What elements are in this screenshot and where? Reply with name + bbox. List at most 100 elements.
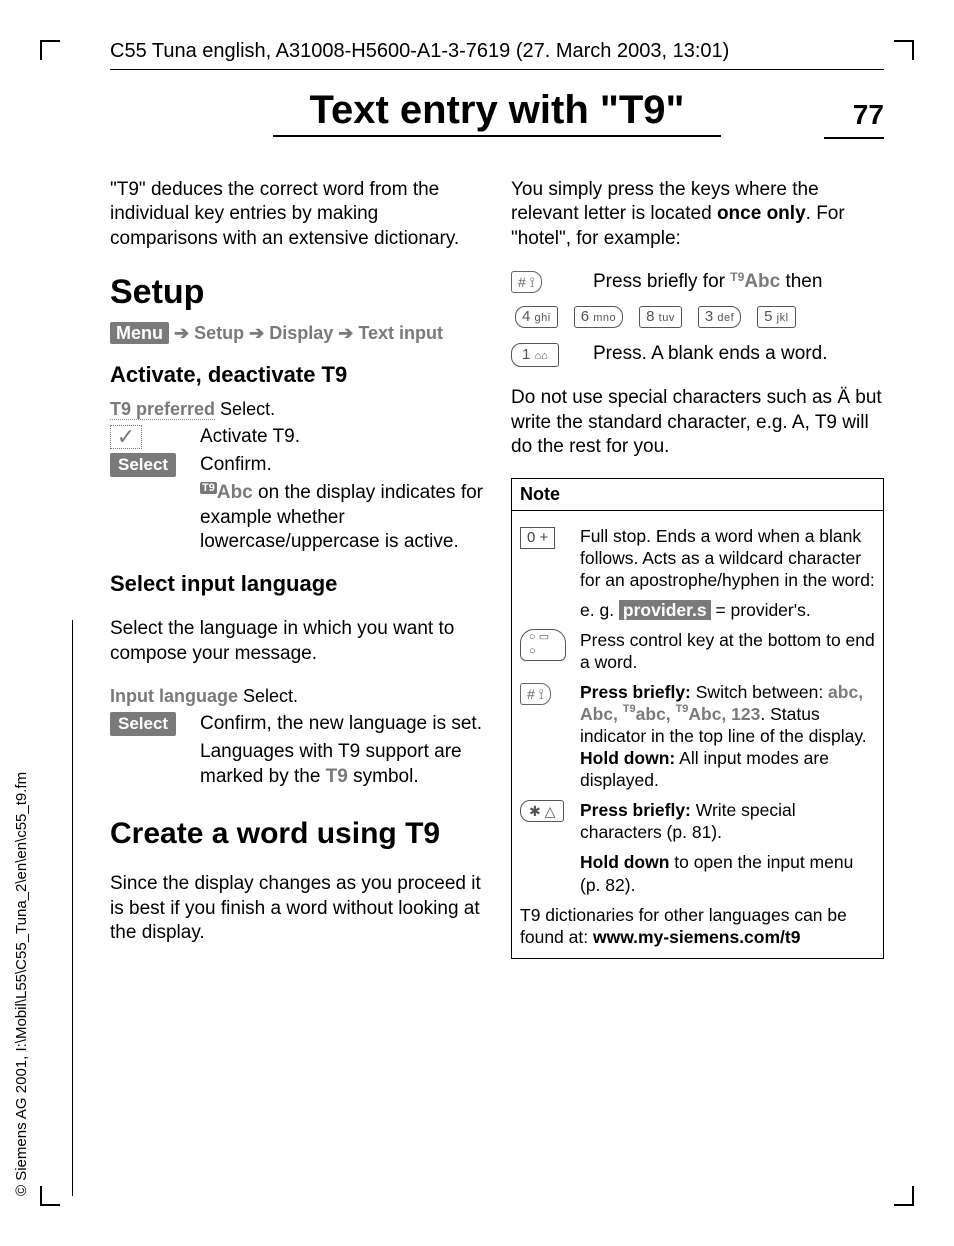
press-brief-then: then (780, 271, 822, 292)
select-chip: Select (110, 453, 176, 477)
t9-symbol: T9 (326, 766, 348, 787)
side-copyright: © Siemens AG 2001, I:\Mobil\L55\C55_Tuna… (13, 772, 30, 1196)
bottom-key-icon: ○ ▭ ○ (520, 629, 566, 661)
confirm-language-row: Select Confirm, the new language is set. (110, 712, 483, 736)
key-letters: ghi (535, 312, 551, 324)
check-icon: ✓ (110, 425, 142, 449)
columns: "T9" deduces the correct word from the i… (110, 159, 884, 964)
note-box: Note 0 + Full stop. Ends a word when a b… (511, 478, 884, 958)
one-key-icon: 1 ⌂⌂ (511, 343, 559, 367)
key-sequence: 4 ghi 6 mno 8 tuv 3 def 5 jkl (511, 306, 884, 328)
t9-preferred-after: Select. (215, 399, 275, 419)
key-letters: jkl (777, 312, 789, 324)
key-5: 5 jkl (757, 306, 795, 328)
title-underline (273, 135, 722, 137)
right-column: You simply press the keys where the rele… (511, 159, 884, 964)
provider-chip: provider.s (619, 600, 711, 620)
note-row-bottom-key: ○ ▭ ○ Press control key at the bottom to… (520, 629, 875, 673)
key-letters: def (717, 312, 734, 324)
select-language-text: Select the language in which you want to… (110, 617, 483, 666)
key-number: 5 (764, 308, 772, 325)
star-hold-label: Hold down (580, 852, 669, 872)
zero-key-text: Full stop. Ends a word when a blank foll… (580, 525, 875, 591)
arrow-icon: ➔ (174, 323, 194, 343)
star-brief-label: Press briefly: (580, 800, 691, 820)
activate-heading: Activate, deactivate T9 (110, 361, 483, 389)
menu-chip: Menu (110, 322, 169, 344)
press-blank-text: Press. A blank ends a word. (593, 342, 884, 366)
menu-step: Setup (194, 323, 244, 343)
hash-key-icon: # ⟟ (520, 683, 551, 705)
note-row-example: e. g. provider.s = provider's. (520, 599, 875, 621)
activate-row: ✓ Activate T9. (110, 425, 483, 449)
zero-key-icon: 0 + (520, 527, 555, 549)
hash-switch-text: Switch between: (691, 682, 828, 702)
note-row-zero: 0 + Full stop. Ends a word when a blank … (520, 525, 875, 591)
one-key-label: 1 (522, 346, 530, 363)
side-rule (72, 620, 73, 1196)
t9-badge-icon: T9 (200, 482, 217, 494)
key-number: 3 (705, 308, 713, 325)
abc-display-row: T9Abc on the display indicates for examp… (110, 481, 483, 554)
menu-step: Display (269, 323, 333, 343)
press-brief-row: # ⟟ Press briefly for T9Abc then (511, 270, 884, 294)
key-6: 6 mno (574, 306, 623, 328)
note-row-star-hold: Hold down to open the input menu (p. 82)… (520, 851, 875, 895)
key-number: 6 (581, 308, 589, 325)
page-title: Text entry with "T9" (309, 88, 684, 132)
intro-text: "T9" deduces the correct word from the i… (110, 178, 483, 251)
space-key-row: 1 ⌂⌂ Press. A blank ends a word. (511, 342, 884, 367)
hash-key-icon: # ⟟ (511, 271, 542, 293)
t9-support-text2: symbol. (348, 766, 419, 787)
once-only: once only (717, 203, 806, 224)
note-body: 0 + Full stop. Ends a word when a blank … (512, 511, 883, 958)
eg-pre: e. g. (580, 600, 619, 620)
activate-text: Activate T9. (200, 425, 483, 449)
input-language-row: Input language Select. (110, 685, 483, 708)
note-row-star: ✱ △ Press briefly: Write special charact… (520, 799, 875, 843)
input-language-label: Input language (110, 686, 238, 706)
menu-step: Text input (358, 323, 443, 343)
title-row: Text entry with "T9" 77 (110, 88, 884, 137)
page: C55 Tuna english, A31008-H5600-A1-3-7619… (0, 0, 954, 1004)
left-column: "T9" deduces the correct word from the i… (110, 159, 483, 964)
input-language-after: Select. (238, 686, 298, 706)
key-number: 4 (522, 308, 530, 325)
abc-label: Abc (217, 482, 253, 503)
key-3: 3 def (698, 306, 741, 328)
eg-post: = provider's. (711, 600, 811, 620)
crop-mark (40, 1186, 60, 1206)
confirm-text: Confirm. (200, 453, 483, 477)
menu-path: Menu ➔ Setup ➔ Display ➔ Text input (110, 322, 483, 345)
star-key-icon: ✱ △ (520, 800, 564, 822)
confirm-language-text: Confirm, the new language is set. (200, 712, 483, 736)
bottom-key-text: Press control key at the bottom to end a… (580, 629, 875, 673)
confirm-row: Select Confirm. (110, 453, 483, 477)
select-chip: Select (110, 712, 176, 736)
page-number-underline (824, 137, 884, 139)
arrow-icon: ➔ (249, 323, 269, 343)
press-brief-text: Press briefly for (593, 271, 730, 292)
arrow-icon: ➔ (338, 323, 358, 343)
create-heading: Create a word using T9 (110, 815, 483, 853)
hash-brief-label: Press briefly: (580, 682, 691, 702)
note-row-hash: # ⟟ Press briefly: Switch between: abc, … (520, 681, 875, 791)
crop-mark (894, 1186, 914, 1206)
t9abc-mode: T9Abc (730, 271, 780, 292)
key-8: 8 tuv (639, 306, 682, 328)
t9-preferred-label: T9 preferred (110, 399, 215, 420)
right-intro: You simply press the keys where the rele… (511, 178, 884, 251)
key-letters: mno (593, 312, 616, 324)
note-heading: Note (512, 479, 883, 511)
key-letters: tuv (659, 312, 675, 324)
page-number: 77 (853, 99, 884, 131)
t9abc-indicator: T9Abc (200, 482, 253, 503)
select-language-heading: Select input language (110, 570, 483, 598)
dict-url: www.my-siemens.com/t9 (593, 927, 800, 947)
note-dictionaries: T9 dictionaries for other languages can … (520, 904, 875, 948)
t9-support-row: Languages with T9 support are marked by … (110, 740, 483, 789)
t9-preferred-row: T9 preferred Select. (110, 398, 483, 421)
header-meta: C55 Tuna english, A31008-H5600-A1-3-7619… (110, 40, 884, 63)
special-char-text: Do not use special characters such as Ä … (511, 386, 884, 459)
create-text: Since the display changes as you proceed… (110, 872, 483, 945)
